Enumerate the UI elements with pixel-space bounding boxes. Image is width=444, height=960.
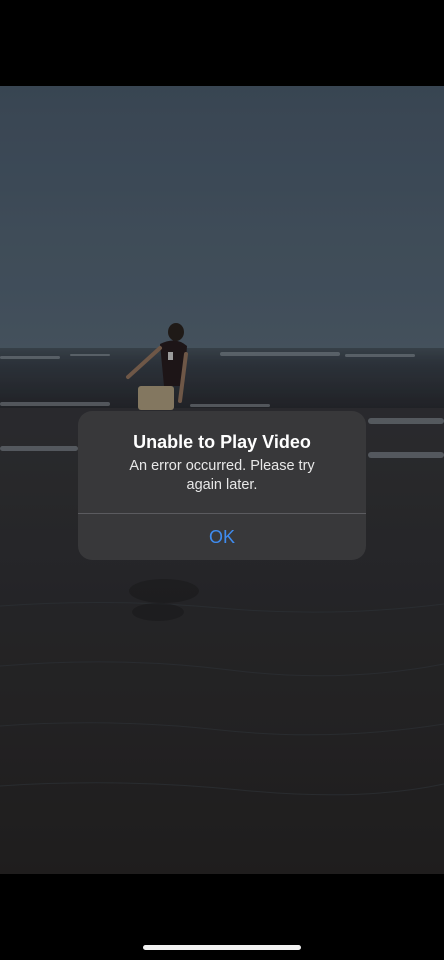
top-black-bar [0, 0, 444, 86]
home-indicator[interactable] [143, 945, 301, 950]
video-screen: Unable to Play Video An error occurred. … [0, 0, 444, 960]
ok-button[interactable]: OK [78, 514, 366, 560]
alert-message: An error occurred. Please try again late… [129, 458, 315, 493]
error-alert-dialog: Unable to Play Video An error occurred. … [78, 411, 366, 560]
alert-title: Unable to Play Video [133, 432, 311, 452]
